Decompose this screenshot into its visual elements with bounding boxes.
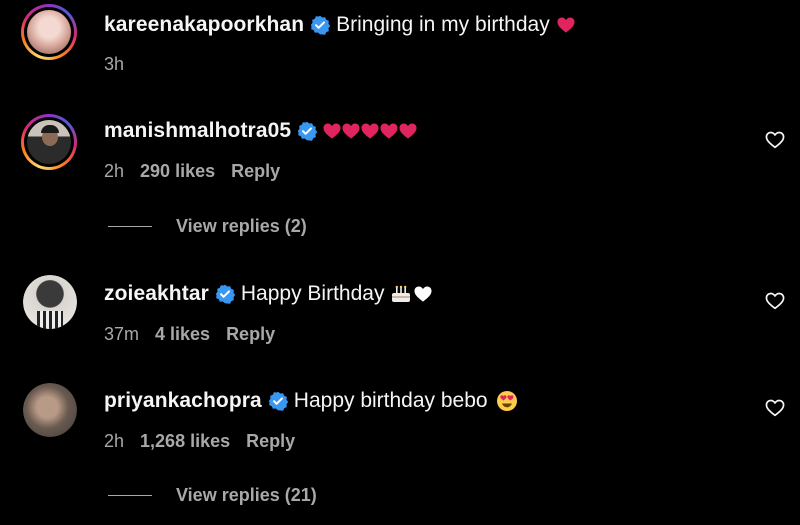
comment-meta: 3h: [104, 53, 124, 75]
username[interactable]: kareenakapoorkhan: [104, 12, 304, 38]
verified-badge-icon: [310, 15, 331, 35]
comment-time: 37m: [104, 324, 140, 344]
comment-time: 3h: [104, 54, 125, 74]
comment-meta: 2h 1,268 likes Reply: [104, 430, 295, 452]
comment-meta: 2h 290 likes Reply: [104, 160, 280, 182]
view-replies-label[interactable]: View replies (21): [176, 485, 317, 506]
reply-button[interactable]: Reply: [246, 431, 295, 451]
username[interactable]: priyankachopra: [104, 388, 262, 414]
like-heart-icon[interactable]: [764, 398, 786, 418]
comment-header: kareenakapoorkhan Bringing in my birthda…: [104, 12, 576, 38]
username[interactable]: zoieakhtar: [104, 281, 209, 307]
avatar[interactable]: [21, 114, 77, 170]
comment-meta: 37m 4 likes Reply: [104, 323, 275, 345]
like-heart-icon[interactable]: [764, 130, 786, 150]
view-replies-button[interactable]: View replies (21): [108, 485, 317, 506]
red-hearts-emoji-icon: [323, 122, 418, 140]
avatar[interactable]: [23, 275, 77, 329]
replies-divider: [108, 494, 152, 497]
heart-eyes-emoji-icon: [496, 391, 517, 411]
red-heart-emoji-icon: [557, 17, 575, 33]
comment-time: 2h: [104, 431, 125, 451]
verified-badge-icon: [214, 284, 235, 304]
birthday-cake-emoji-icon: [392, 285, 411, 302]
avatar[interactable]: [21, 4, 77, 60]
replies-divider: [108, 225, 152, 228]
comment-time: 2h: [104, 161, 125, 181]
comment-text: Bringing in my birthday: [336, 13, 550, 36]
avatar[interactable]: [23, 383, 77, 437]
reply-button[interactable]: Reply: [231, 161, 280, 181]
comment-header: manishmalhotra05: [104, 118, 418, 144]
comment-header: zoieakhtar Happy Birthday: [104, 281, 433, 307]
reply-button[interactable]: Reply: [226, 324, 275, 344]
verified-badge-icon: [267, 391, 288, 411]
view-replies-button[interactable]: View replies (2): [108, 216, 307, 237]
likes-count[interactable]: 1,268 likes: [140, 431, 230, 451]
like-heart-icon[interactable]: [764, 291, 786, 311]
comment-text: Happy birthday bebo: [293, 389, 488, 412]
comment-text: Happy Birthday: [240, 282, 385, 305]
verified-badge-icon: [297, 121, 318, 141]
username[interactable]: manishmalhotra05: [104, 118, 291, 144]
likes-count[interactable]: 4 likes: [155, 324, 210, 344]
comment-header: priyankachopra Happy birthday bebo: [104, 388, 518, 414]
likes-count[interactable]: 290 likes: [140, 161, 215, 181]
white-heart-emoji-icon: [414, 286, 432, 302]
view-replies-label[interactable]: View replies (2): [176, 216, 307, 237]
